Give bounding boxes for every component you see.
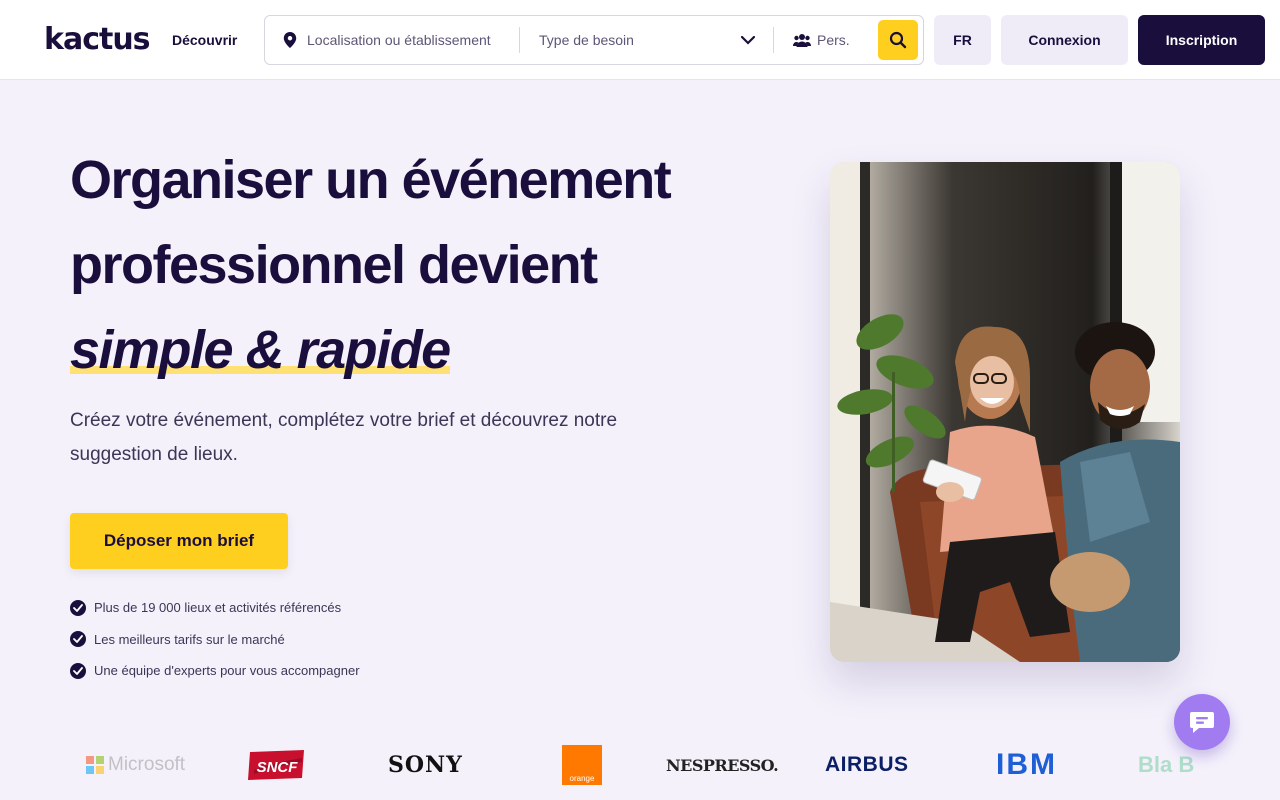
top-header: kactus Découvrir Localisation ou établis… [0, 0, 1280, 80]
location-placeholder: Localisation ou établissement [307, 32, 491, 48]
hero-photo [830, 162, 1180, 662]
feature-text: Plus de 19 000 lieux et activités référe… [94, 600, 342, 616]
signup-button[interactable]: Inscription [1138, 15, 1265, 65]
airbus-logo: AIRBUS [825, 753, 909, 776]
nav-discover-link[interactable]: Découvrir [172, 31, 237, 49]
kactus-logo[interactable]: kactus [44, 22, 151, 58]
feature-list: Plus de 19 000 lieux et activités référe… [70, 592, 360, 687]
hero-title: Organiser un événement professionnel dev… [70, 138, 750, 393]
hero-title-line2: professionnel devient [70, 235, 598, 295]
feature-item: Les meilleurs tarifs sur le marché [70, 624, 360, 656]
feature-item: Une équipe d'experts pour vous accompagn… [70, 655, 360, 687]
feature-item: Plus de 19 000 lieux et activités référe… [70, 592, 360, 624]
location-input[interactable]: Localisation ou établissement [283, 16, 491, 64]
orange-logo-text: orange [570, 774, 595, 783]
hero-subtitle: Créez votre événement, complétez votre b… [70, 410, 618, 465]
check-circle-icon [70, 631, 86, 648]
microsoft-logo-text: Microsoft [108, 754, 186, 775]
ibm-logo: IBM [996, 748, 1057, 781]
client-logos: Microsoft SNCF SONY orange NESPRESSO. AI… [80, 740, 1200, 790]
search-divider [773, 27, 774, 53]
feature-text: Une équipe d'experts pour vous accompagn… [94, 663, 360, 679]
blablacar-logo: Bla B [1138, 752, 1195, 777]
hero-title-highlight: simple & rapide [70, 320, 451, 380]
type-placeholder: Type de besoin [539, 32, 634, 48]
chat-button[interactable] [1174, 694, 1230, 750]
search-button[interactable] [878, 20, 918, 60]
search-icon [889, 31, 907, 49]
search-bar: Localisation ou établissement Type de be… [264, 15, 924, 65]
check-circle-icon [70, 599, 86, 616]
check-circle-icon [70, 662, 86, 679]
chevron-down-icon [741, 35, 755, 45]
nespresso-logo: NESPRESSO. [666, 755, 779, 775]
hero-title-line1: Organiser un événement [70, 150, 672, 210]
sony-logo: SONY [388, 752, 463, 778]
language-button[interactable]: FR [934, 15, 991, 65]
sncf-logo: SNCF [246, 740, 308, 790]
login-button[interactable]: Connexion [1001, 15, 1128, 65]
sncf-logo-text: SNCF [257, 759, 299, 776]
search-divider [519, 27, 520, 53]
persons-input[interactable]: Pers. [793, 16, 850, 64]
type-select[interactable]: Type de besoin [539, 16, 755, 64]
map-pin-icon [283, 32, 297, 48]
orange-logo: orange [562, 740, 602, 790]
microsoft-logo: Microsoft [86, 740, 185, 790]
microsoft-squares-icon [86, 756, 104, 774]
feature-text: Les meilleurs tarifs sur le marché [94, 631, 285, 647]
users-icon [793, 34, 811, 47]
persons-placeholder: Pers. [817, 32, 850, 48]
submit-brief-button[interactable]: Déposer mon brief [70, 513, 288, 569]
chat-bubble-icon [1190, 712, 1214, 733]
